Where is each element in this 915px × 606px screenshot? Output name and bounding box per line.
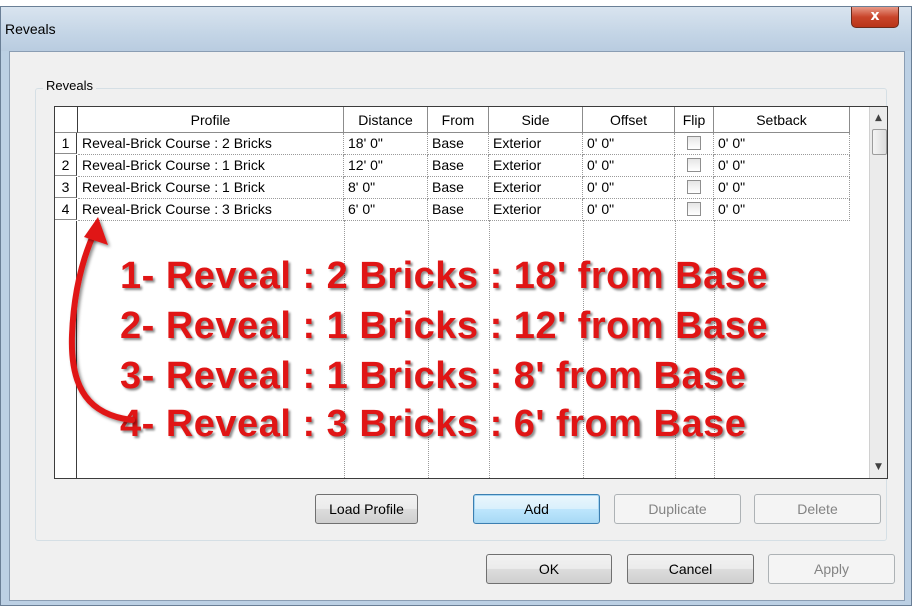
header-offset[interactable]: Offset	[583, 107, 675, 133]
flip-checkbox[interactable]	[687, 202, 701, 217]
from-cell[interactable]: Base	[428, 133, 489, 155]
chevron-up-icon[interactable]: ▲	[870, 109, 887, 127]
header-flip[interactable]: Flip	[675, 107, 714, 133]
side-cell[interactable]: Exterior	[489, 199, 583, 221]
profile-cell[interactable]: Reveal-Brick Course : 1 Brick	[78, 155, 344, 177]
flip-checkbox[interactable]	[687, 136, 701, 151]
distance-cell[interactable]: 8' 0"	[344, 177, 428, 199]
annotation-line: 1- Reveal : 2 Bricks : 18' from Base	[120, 255, 769, 297]
dialog-title: Reveals	[5, 21, 56, 37]
setback-cell[interactable]: 0' 0"	[714, 133, 850, 155]
flip-cell	[675, 133, 714, 155]
flip-cell	[675, 155, 714, 177]
side-cell[interactable]: Exterior	[489, 155, 583, 177]
header-side[interactable]: Side	[489, 107, 583, 133]
setback-cell[interactable]: 0' 0"	[714, 199, 850, 221]
flip-cell	[675, 199, 714, 221]
side-cell[interactable]: Exterior	[489, 177, 583, 199]
annotation-line: 3- Reveal : 1 Bricks : 8' from Base	[120, 355, 747, 397]
close-icon: x	[870, 8, 880, 24]
profile-cell[interactable]: Reveal-Brick Course : 2 Bricks	[78, 133, 344, 155]
duplicate-button[interactable]: Duplicate	[614, 494, 741, 524]
from-cell[interactable]: Base	[428, 199, 489, 221]
delete-button[interactable]: Delete	[754, 494, 881, 524]
load-profile-button[interactable]: Load Profile	[315, 494, 418, 524]
corner-header	[55, 107, 78, 133]
group-label: Reveals	[43, 78, 96, 93]
offset-cell[interactable]: 0' 0"	[583, 199, 675, 221]
apply-button[interactable]: Apply	[768, 554, 895, 584]
header-setback[interactable]: Setback	[714, 107, 850, 133]
ok-button[interactable]: OK	[486, 554, 612, 584]
cancel-button[interactable]: Cancel	[627, 554, 754, 584]
annotation-line: 2- Reveal : 1 Bricks : 12' from Base	[120, 305, 769, 347]
row-number[interactable]: 3	[55, 177, 77, 198]
flip-cell	[675, 177, 714, 199]
close-button[interactable]: x	[851, 7, 899, 28]
row-number[interactable]: 2	[55, 155, 77, 176]
profile-cell[interactable]: Reveal-Brick Course : 1 Brick	[78, 177, 344, 199]
header-distance[interactable]: Distance	[344, 107, 428, 133]
flip-checkbox[interactable]	[687, 180, 701, 195]
distance-cell[interactable]: 12' 0"	[344, 155, 428, 177]
from-cell[interactable]: Base	[428, 177, 489, 199]
header-from[interactable]: From	[428, 107, 489, 133]
flip-checkbox[interactable]	[687, 158, 701, 173]
header-profile[interactable]: Profile	[78, 107, 344, 133]
scrollbar-thumb[interactable]	[872, 129, 887, 155]
annotation-line: 4- Reveal : 3 Bricks : 6' from Base	[120, 403, 747, 445]
title-bar: Reveals x	[1, 7, 911, 51]
distance-cell[interactable]: 6' 0"	[344, 199, 428, 221]
distance-cell[interactable]: 18' 0"	[344, 133, 428, 155]
setback-cell[interactable]: 0' 0"	[714, 155, 850, 177]
setback-cell[interactable]: 0' 0"	[714, 177, 850, 199]
offset-cell[interactable]: 0' 0"	[583, 133, 675, 155]
side-cell[interactable]: Exterior	[489, 133, 583, 155]
annotation-arrow-icon	[68, 217, 135, 423]
row-number[interactable]: 1	[55, 133, 77, 154]
offset-cell[interactable]: 0' 0"	[583, 177, 675, 199]
offset-cell[interactable]: 0' 0"	[583, 155, 675, 177]
vertical-scrollbar[interactable]: ▲ ▼	[869, 107, 887, 478]
from-cell[interactable]: Base	[428, 155, 489, 177]
add-button[interactable]: Add	[473, 494, 600, 524]
chevron-down-icon[interactable]: ▼	[870, 458, 887, 476]
